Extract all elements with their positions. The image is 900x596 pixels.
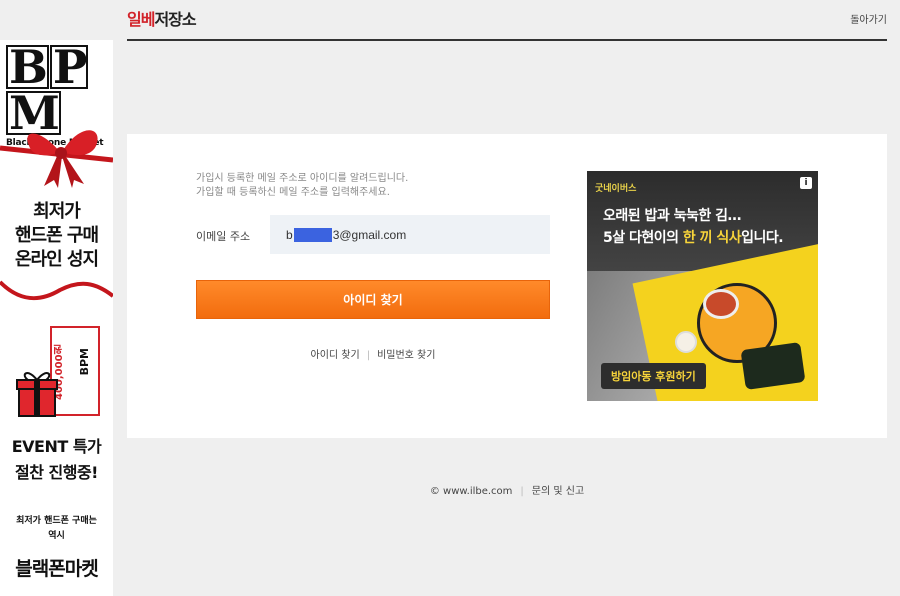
ad-photo-laver	[740, 342, 806, 390]
site-footer: © www.ilbe.com | 문의 및 신고	[127, 482, 887, 497]
info-line: 가입할 때 등록하신 메일 주소를 입력해주세요.	[196, 187, 390, 198]
account-links: 아이디 찾기 | 비밀번호 찾기	[196, 346, 550, 361]
find-password-link[interactable]: 비밀번호 찾기	[377, 350, 435, 361]
copyright-link[interactable]: © www.ilbe.com	[430, 486, 513, 497]
site-logo-red: 일베	[127, 10, 155, 29]
ad-headline: 최저가 핸드폰 구매 온라인 성지	[0, 200, 113, 272]
ad-headline-line: 핸드폰 구매	[14, 225, 99, 246]
site-header: 일베저장소 돌아가기	[127, 0, 887, 41]
email-suffix: 3@gmail.com	[332, 227, 407, 242]
contact-link[interactable]: 문의 및 신고	[532, 486, 584, 497]
footer-separator: |	[520, 486, 524, 497]
ad-small-line: 최저가 핸드폰 구매는	[16, 516, 97, 526]
email-label: 이메일 주소	[196, 230, 251, 243]
coupon-amount: 400,000원	[54, 344, 65, 400]
ad-headline-line: 최저가	[33, 201, 81, 222]
email-input[interactable]: b 3@gmail.com	[270, 215, 550, 254]
ribbon-decoration	[0, 130, 113, 188]
ad-photo-cup	[675, 331, 697, 353]
find-id-link[interactable]: 아이디 찾기	[311, 350, 360, 361]
link-separator: |	[366, 350, 371, 361]
ad-photo-bowl	[703, 289, 739, 319]
find-id-button[interactable]: 아이디 찾기	[196, 280, 550, 319]
event-text: EVENT 특가 절찬 진행중!	[0, 434, 113, 486]
site-logo[interactable]: 일베저장소	[127, 6, 197, 30]
info-line: 가입시 등록한 메일 주소로 아이디를 알려드립니다.	[196, 173, 409, 184]
back-link[interactable]: 돌아가기	[850, 11, 887, 26]
logo-letter-b: B	[6, 44, 49, 90]
right-banner-ad[interactable]: 굿네이버스 i 오래된 밥과 눅눅한 김… 5살 다현이의 한 끼 식사입니다.…	[587, 171, 818, 401]
left-banner-ad[interactable]: B PM Black Phone Market 최저가 핸드폰 구매 온라인 성지…	[0, 40, 113, 596]
site-logo-dark: 저장소	[154, 10, 196, 29]
ad-line-2: 5살 다현이의 한 끼 식사입니다.	[603, 227, 784, 247]
event-line: 절찬 진행중!	[15, 463, 98, 482]
ribbon-wave-decoration	[0, 280, 113, 301]
ad-brand: 굿네이버스	[595, 184, 637, 194]
ad-small-text: 최저가 핸드폰 구매는 역시	[0, 514, 113, 544]
ad-headline-line: 온라인 성지	[14, 249, 99, 270]
ad-line-2-pre: 5살 다현이의	[603, 230, 683, 246]
find-id-card: 가입시 등록한 메일 주소로 아이디를 알려드립니다. 가입할 때 등록하신 메…	[127, 134, 887, 438]
event-line: EVENT 특가	[11, 437, 102, 456]
ad-brand-name: 블랙폰마켓	[15, 558, 98, 580]
redaction-mask	[293, 227, 332, 242]
email-prefix: b	[286, 227, 293, 242]
ad-line-2-highlight: 한 끼 식사	[682, 230, 742, 246]
bpm-logo: B PM Black Phone Market	[6, 44, 108, 148]
info-text: 가입시 등록한 메일 주소로 아이디를 알려드립니다. 가입할 때 등록하신 메…	[196, 172, 408, 200]
ad-line-1: 오래된 밥과 눅눅한 김…	[603, 208, 742, 224]
ad-line-2-post: 입니다.	[741, 230, 784, 246]
ad-small-line: 역시	[48, 531, 65, 541]
logo-letter-p: P	[49, 44, 89, 90]
coupon-brand: BPM	[78, 348, 91, 376]
ad-cta-button[interactable]: 방임아동 후원하기	[601, 363, 706, 389]
gift-box-icon	[16, 372, 58, 417]
ad-info-icon[interactable]: i	[800, 177, 812, 189]
